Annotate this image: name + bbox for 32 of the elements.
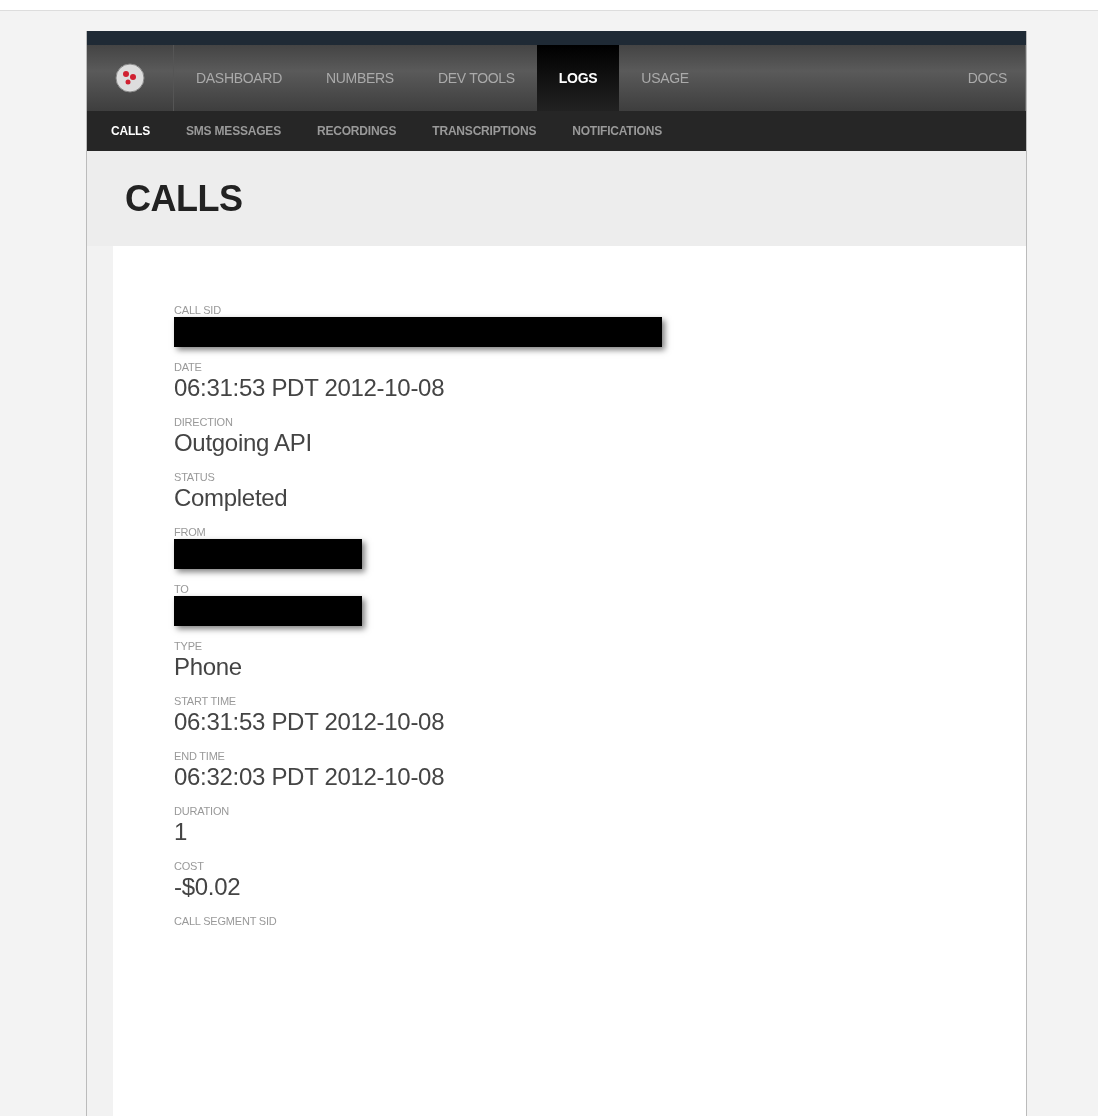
field-label: DURATION xyxy=(174,805,231,817)
nav-tab[interactable]: DEV TOOLS xyxy=(415,45,537,111)
logo-icon xyxy=(115,63,145,93)
nav-tab[interactable]: USAGE xyxy=(619,45,711,111)
nav-tab[interactable]: NUMBERS xyxy=(304,45,416,111)
field-value: 1 xyxy=(174,818,189,846)
nav-tab[interactable]: DASHBOARD xyxy=(174,45,304,111)
subnav-tab[interactable]: SMS MESSAGES xyxy=(186,124,281,138)
field-label: START TIME xyxy=(174,695,237,707)
field-label: END TIME xyxy=(174,750,226,762)
subnav-tab[interactable]: CALLS xyxy=(111,124,150,138)
page-title: CALLS xyxy=(125,177,243,220)
field-value: -$0.02 xyxy=(174,873,242,901)
field-label: CALL SEGMENT SID xyxy=(174,915,278,927)
subnav-tab[interactable]: RECORDINGS xyxy=(316,124,397,138)
field-label: TYPE xyxy=(174,640,203,652)
subnav-tab[interactable]: TRANSCRIPTIONS xyxy=(432,124,537,138)
field-value: 06:32:03 PDT 2012-10-08 xyxy=(174,763,446,791)
field-label: TO xyxy=(174,583,190,595)
field-value: 06:31:53 PDT 2012-10-08 xyxy=(174,374,446,402)
field-label: FROM xyxy=(174,526,207,538)
field-value: Phone xyxy=(174,653,243,681)
field-label: DATE xyxy=(174,361,203,373)
subnav-tab[interactable]: NOTIFICATIONS xyxy=(572,124,663,138)
field-label: DIRECTION xyxy=(174,416,234,428)
field-value: 06:31:53 PDT 2012-10-08 xyxy=(174,708,446,736)
field-value: Completed xyxy=(174,484,289,512)
field-label: STATUS xyxy=(174,471,216,483)
nav-tab[interactable]: LOGS xyxy=(536,45,620,111)
field-label: COST xyxy=(174,860,205,872)
field-label: CALL SID xyxy=(174,304,222,316)
field-value: Outgoing API xyxy=(174,429,313,457)
